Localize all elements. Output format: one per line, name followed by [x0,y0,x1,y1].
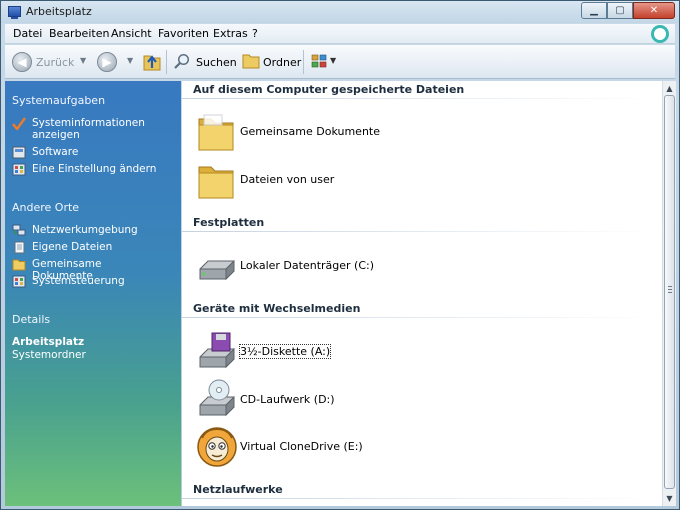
task-system-info-label: Systeminformationen anzeigen [32,117,145,141]
scroll-up-arrow-icon[interactable]: ▲ [663,81,676,95]
item-floppy-a[interactable]: 3½-Diskette (A:) [196,329,496,375]
place-my-documents-label: Eigene Dateien [32,241,113,253]
computer-icon [8,6,21,19]
maximize-icon: ▢ [615,5,625,16]
control-panel-icon [12,163,26,176]
menu-help[interactable]: ? [252,27,258,40]
place-network[interactable]: Netzwerkumgebung [12,224,162,237]
views-icon[interactable] [311,54,327,69]
documents-icon [14,241,25,254]
clonedrive-sheep-icon [197,427,237,467]
toolbar-separator [303,50,304,74]
details-heading[interactable]: Details [12,313,50,326]
scroll-down-arrow-icon[interactable]: ▼ [663,491,676,505]
search-button[interactable]: Suchen [196,56,237,69]
task-system-info[interactable]: Systeminformationen anzeigen [12,117,162,141]
minimize-icon: ▁ [590,5,598,16]
menu-extras[interactable]: Extras [213,27,248,40]
task-software[interactable]: Software [12,146,162,159]
folder-icon [12,259,26,271]
maximize-button[interactable]: ▢ [607,2,633,19]
checkmark-icon [12,117,26,130]
folders-icon[interactable] [242,53,260,69]
details-type: Systemordner [12,349,86,361]
item-floppy-a-label: 3½-Diskette (A:) [238,344,332,359]
group-divider [182,317,662,318]
menu-ansicht[interactable]: Ansicht [111,27,152,40]
minimize-button[interactable]: ▁ [581,2,607,19]
item-cd-drive-d[interactable]: CD-Laufwerk (D:) [196,377,496,423]
group-heading-network-drives: Netzlaufwerke [193,483,283,496]
scroll-grip-icon [668,286,672,293]
menu-datei[interactable]: Datei [13,27,42,40]
folder-icon [198,166,234,199]
item-virtual-clonedrive-e-label: Virtual CloneDrive (E:) [240,440,363,453]
floppy-drive-icon [199,332,235,369]
toolbar-separator [166,50,167,74]
item-shared-documents-label: Gemeinsame Dokumente [240,125,380,138]
control-panel-icon [12,275,26,288]
views-chevron-icon[interactable]: ▼ [330,56,336,65]
explorer-window: Arbeitsplatz ▁ ▢ ✕ Datei Bearbeiten Ansi… [0,0,680,510]
details-name: Arbeitsplatz [12,336,85,348]
hard-drive-icon [199,259,235,281]
task-pane: Systemaufgaben Systeminformationen anzei… [5,81,181,506]
group-divider [182,231,662,232]
window-controls: ▁ ▢ ✕ [581,2,675,19]
folders-button[interactable]: Ordner [263,56,301,69]
folder-icon [198,114,234,151]
item-local-disk-c[interactable]: Lokaler Datenträger (C:) [196,243,496,289]
place-control-panel[interactable]: Systemsteuerung [12,275,162,288]
forward-history-chevron-icon[interactable]: ▼ [127,56,133,65]
place-control-panel-label: Systemsteuerung [32,275,125,287]
cd-drive-icon [199,379,235,417]
menu-bar: Datei Bearbeiten Ansicht Favoriten Extra… [5,24,675,44]
place-my-documents[interactable]: Eigene Dateien [12,241,162,254]
place-network-label: Netzwerkumgebung [32,224,138,236]
content-pane: Auf diesem Computer gespeicherte Dateien… [182,81,662,506]
close-icon: ✕ [649,5,659,16]
software-icon [12,146,26,159]
system-tasks-heading[interactable]: Systemaufgaben [12,94,105,107]
window-title: Arbeitsplatz [26,5,92,18]
title-bar[interactable]: Arbeitsplatz ▁ ▢ ✕ [1,1,679,23]
scroll-thumb[interactable] [664,95,675,489]
toolbar: ◀ Zurück ▼ ▶ ▼ Suchen Ordner ▼ [5,45,675,79]
item-local-disk-c-label: Lokaler Datenträger (C:) [240,259,375,272]
task-change-setting-label: Eine Einstellung ändern [32,163,157,175]
menu-bearbeiten[interactable]: Bearbeiten [49,27,109,40]
vertical-scrollbar[interactable]: ▲ ▼ [662,81,676,506]
forward-arrow-icon: ▶ [102,55,112,69]
item-cd-drive-d-label: CD-Laufwerk (D:) [240,393,335,406]
group-divider [182,498,662,499]
task-software-label: Software [32,146,79,158]
windows-activity-icon [651,25,669,43]
back-history-chevron-icon[interactable]: ▼ [80,56,86,65]
task-change-setting[interactable]: Eine Einstellung ändern [12,163,162,176]
forward-button[interactable]: ▶ [97,52,117,72]
close-button[interactable]: ✕ [633,2,675,19]
group-heading-removable: Geräte mit Wechselmedien [193,302,361,315]
menu-favoriten[interactable]: Favoriten [158,27,209,40]
group-divider [182,98,662,99]
item-user-files[interactable]: Dateien von user [196,157,496,203]
network-icon [12,224,26,236]
group-heading-stored-files: Auf diesem Computer gespeicherte Dateien [193,83,465,96]
back-button[interactable]: ◀ [12,52,32,72]
search-icon[interactable] [174,53,190,69]
other-places-heading[interactable]: Andere Orte [12,201,79,214]
item-virtual-clonedrive-e[interactable]: Virtual CloneDrive (E:) [196,424,496,470]
item-user-files-label: Dateien von user [240,173,335,186]
back-label[interactable]: Zurück [36,56,74,69]
back-arrow-icon: ◀ [17,55,27,69]
group-heading-hard-disks: Festplatten [193,216,265,229]
folder-up-icon[interactable] [143,51,161,71]
item-shared-documents[interactable]: Gemeinsame Dokumente [196,109,496,155]
